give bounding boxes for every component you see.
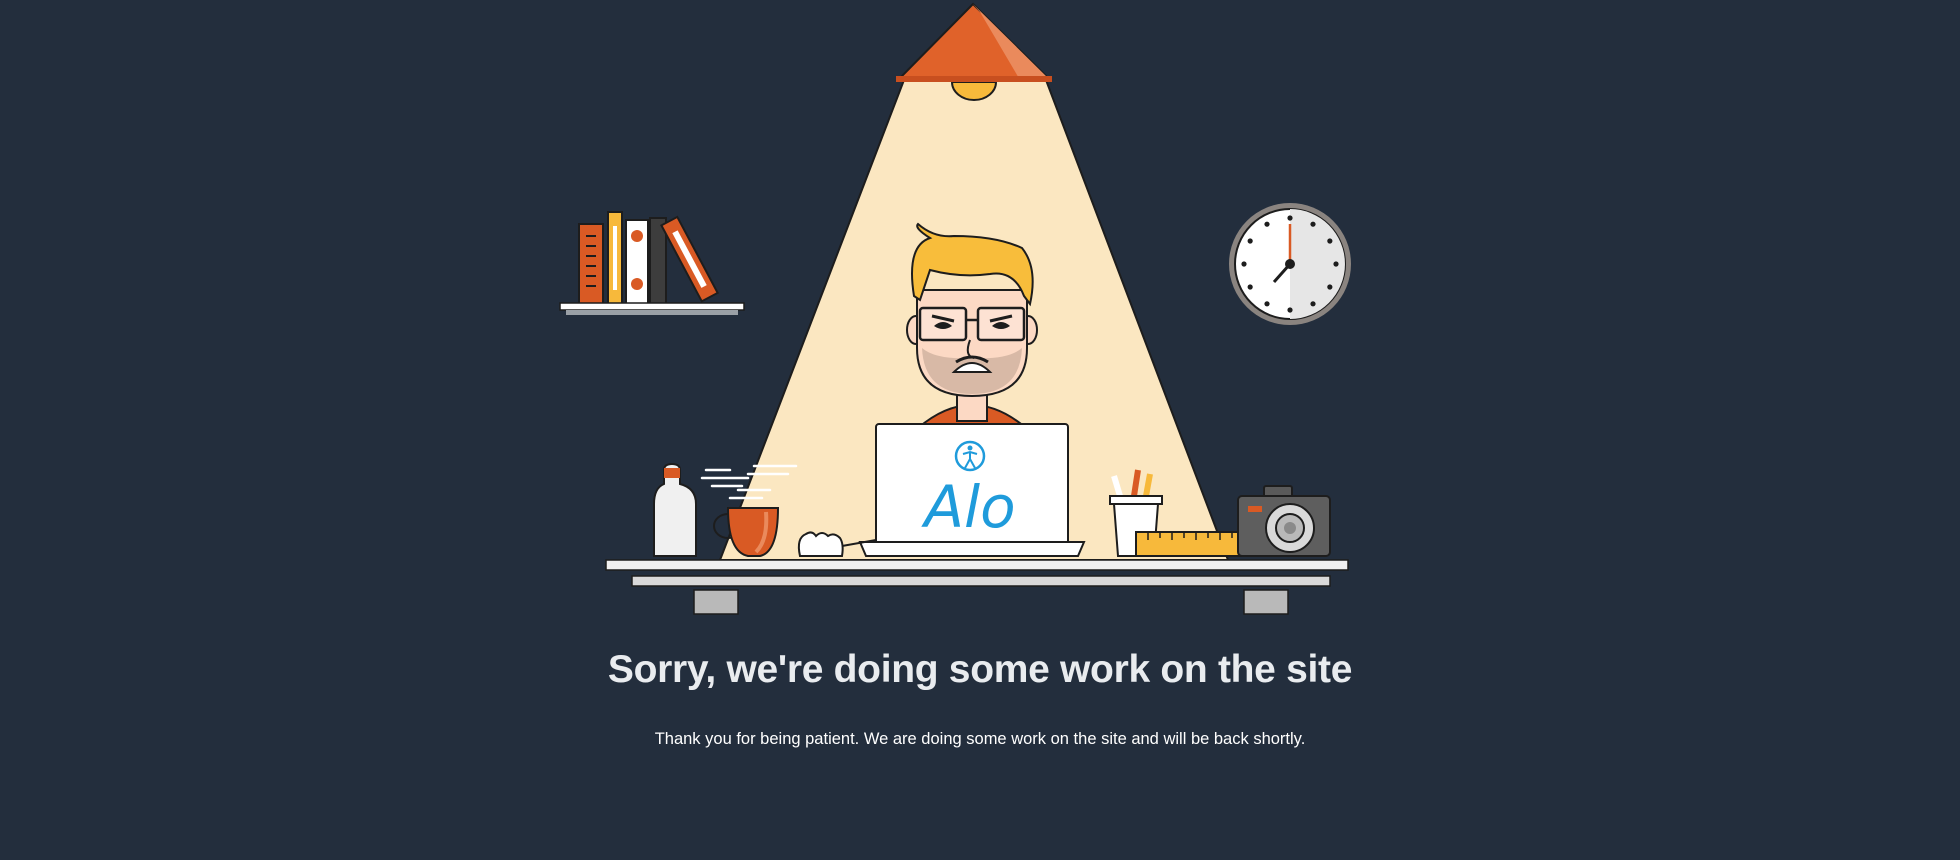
maintenance-message: Thank you for being patient. We are doin… [654,730,1306,748]
water-bottle-icon [653,462,697,557]
clock-tick-mark [1287,307,1293,313]
camera-icon [1237,485,1331,557]
clock-tick-mark [1333,261,1339,267]
maintenance-headline: Sorry, we're doing some work on the site [607,648,1353,691]
maintenance-illustration: Alo [559,2,1351,615]
clock-tick-mark [1247,238,1253,244]
clock-tick-mark [1264,221,1270,227]
laptop-brand-text: Alo [920,473,1015,541]
clock-tick-mark [1327,284,1333,290]
wall-clock-icon [1229,203,1351,325]
clock-tick-mark [1264,301,1270,307]
maintenance-page: Alo Sorry, we're doing some work on the … [0,0,1960,860]
clock-tick-mark [1287,215,1293,221]
desk-icon [605,559,1349,615]
clock-tick-mark [1241,261,1247,267]
bookshelf-icon [559,211,745,315]
clock-tick-mark [1327,238,1333,244]
clock-tick-mark [1310,301,1316,307]
clock-tick-mark [1310,221,1316,227]
clock-tick-mark [1247,284,1253,290]
